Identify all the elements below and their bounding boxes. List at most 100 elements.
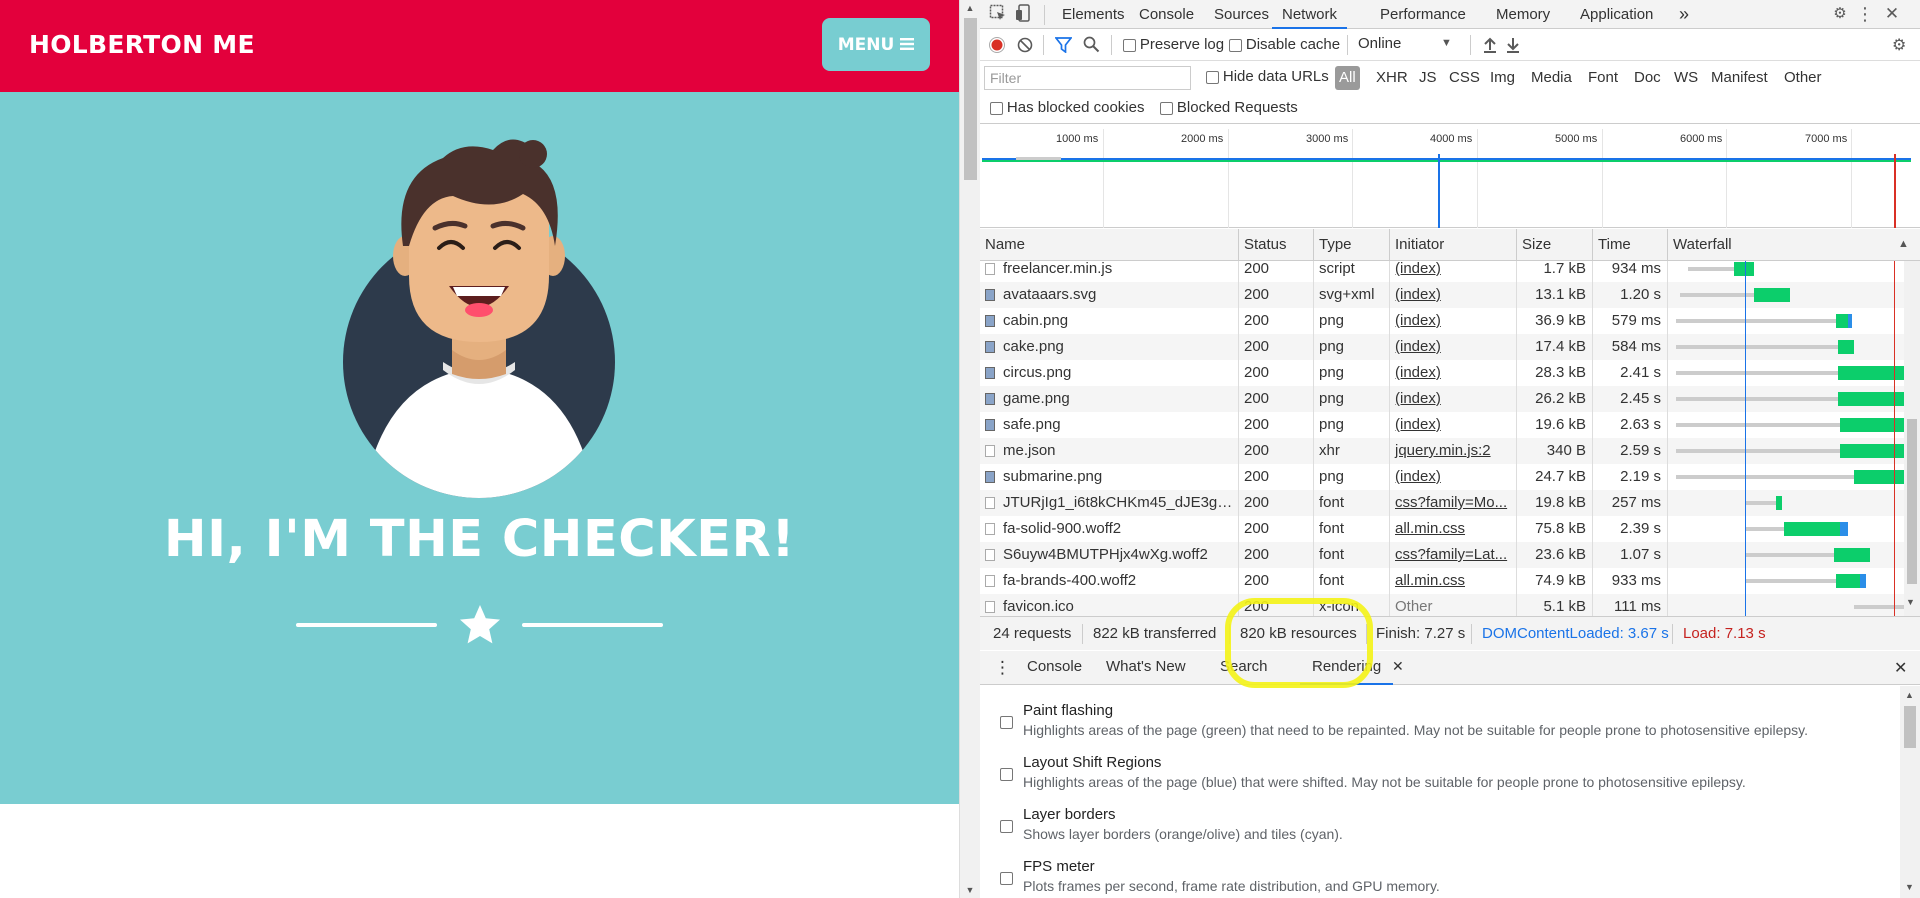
cell-initiator[interactable]: (index) (1390, 261, 1517, 282)
checkbox-box[interactable] (1123, 38, 1136, 52)
checkbox-box[interactable] (990, 101, 1003, 115)
cell-initiator[interactable]: css?family=Lat... (1390, 542, 1517, 568)
table-row[interactable]: favicon.ico 200 x-icon Other 5.1 kB 111 ms (980, 594, 1920, 616)
more-tabs-icon[interactable]: » (1679, 0, 1689, 29)
table-row[interactable]: me.json 200 xhr jquery.min.js:2 340 B 2.59 s (980, 438, 1920, 464)
disable-cache-checkbox[interactable]: Disable cache (1229, 36, 1340, 53)
cell-initiator[interactable]: Other (1390, 594, 1517, 616)
column-header-time[interactable]: Time (1593, 229, 1668, 261)
column-header-type[interactable]: Type (1314, 229, 1390, 261)
filter-type-other[interactable]: Other (1784, 66, 1822, 90)
request-name[interactable]: submarine.png (1003, 468, 1102, 485)
table-row[interactable]: safe.png 200 png (index) 19.6 kB 2.63 s (980, 412, 1920, 438)
more-options-icon[interactable]: ⋮ (1855, 4, 1875, 24)
drawer-menu-icon[interactable]: ⋮ (994, 658, 1011, 678)
fps-meter-checkbox[interactable] (1000, 872, 1013, 885)
brand-link[interactable]: HOLBERTON ME (29, 30, 255, 59)
filter-input[interactable]: Filter (984, 66, 1191, 90)
cell-initiator[interactable]: (index) (1390, 360, 1517, 386)
network-overview[interactable]: 1000 ms 2000 ms 3000 ms 4000 ms 5000 ms … (980, 129, 1920, 228)
table-scrollbar[interactable]: ▼ (1904, 261, 1920, 616)
checkbox-box[interactable] (1229, 38, 1242, 52)
tab-performance[interactable]: Performance (1380, 0, 1466, 29)
request-name[interactable]: game.png (1003, 390, 1070, 407)
filter-type-xhr[interactable]: XHR (1376, 66, 1408, 90)
filter-type-js[interactable]: JS (1419, 66, 1437, 90)
tab-memory[interactable]: Memory (1496, 0, 1550, 29)
filter-type-manifest[interactable]: Manifest (1711, 66, 1768, 90)
network-settings-icon[interactable]: ⚙ (1892, 35, 1906, 55)
column-header-size[interactable]: Size (1517, 229, 1593, 261)
scrollbar-thumb[interactable] (1904, 706, 1916, 748)
filter-type-img[interactable]: Img (1490, 66, 1515, 90)
tab-console[interactable]: Console (1139, 0, 1194, 29)
table-row[interactable]: game.png 200 png (index) 26.2 kB 2.45 s (980, 386, 1920, 412)
request-name[interactable]: freelancer.min.js (1003, 261, 1112, 277)
request-name[interactable]: S6uyw4BMUTPHjx4wXg.woff2 (1003, 546, 1208, 563)
filter-type-doc[interactable]: Doc (1634, 66, 1661, 90)
scroll-down-icon[interactable]: ▼ (1906, 597, 1915, 607)
column-header-waterfall[interactable]: Waterfall (1668, 229, 1920, 261)
drawer-tab-console[interactable]: Console (1027, 658, 1082, 675)
request-name[interactable]: fa-solid-900.woff2 (1003, 520, 1121, 537)
clear-icon[interactable] (1017, 37, 1033, 56)
column-header-status[interactable]: Status (1239, 229, 1314, 261)
preserve-log-checkbox[interactable]: Preserve log (1123, 36, 1224, 53)
request-name[interactable]: circus.png (1003, 364, 1071, 381)
settings-gear-icon[interactable]: ⚙ (1830, 4, 1850, 24)
table-row[interactable]: fa-brands-400.woff2 200 font all.min.css 74.… (980, 568, 1920, 594)
table-row[interactable]: circus.png 200 png (index) 28.3 kB 2.41 s (980, 360, 1920, 386)
request-name[interactable]: cabin.png (1003, 312, 1068, 329)
export-har-icon[interactable] (1505, 36, 1521, 56)
filter-type-ws[interactable]: WS (1674, 66, 1698, 90)
close-drawer-icon[interactable]: ✕ (1894, 658, 1907, 678)
request-name[interactable]: cake.png (1003, 338, 1064, 355)
column-header-initiator[interactable]: Initiator (1390, 229, 1517, 261)
search-icon[interactable] (1083, 36, 1100, 56)
cell-initiator[interactable]: (index) (1390, 334, 1517, 360)
blocked-requests-checkbox[interactable]: Blocked Requests (1160, 99, 1298, 116)
request-name[interactable]: safe.png (1003, 416, 1061, 433)
table-row[interactable]: fa-solid-900.woff2 200 font all.min.css 75.8… (980, 516, 1920, 542)
drawer-tab-whats-new[interactable]: What's New (1106, 658, 1186, 675)
cell-initiator[interactable]: (index) (1390, 386, 1517, 412)
request-name[interactable]: me.json (1003, 442, 1056, 459)
drawer-tab-rendering[interactable]: Rendering (1300, 651, 1394, 685)
scroll-down-icon[interactable]: ▼ (1905, 882, 1914, 892)
tab-network[interactable]: Network (1272, 0, 1348, 29)
record-icon[interactable] (989, 37, 1005, 56)
checkbox-box[interactable] (1160, 101, 1173, 115)
table-row[interactable]: S6uyw4BMUTPHjx4wXg.woff2 200 font css?famil… (980, 542, 1920, 568)
table-row[interactable]: cake.png 200 png (index) 17.4 kB 584 ms (980, 334, 1920, 360)
cell-initiator[interactable]: jquery.min.js:2 (1390, 438, 1517, 464)
table-row[interactable]: cabin.png 200 png (index) 36.9 kB 579 ms (980, 308, 1920, 334)
table-row[interactable]: JTURjIg1_i6t8kCHKm45_dJE3gn... 200 font css… (980, 490, 1920, 516)
request-name[interactable]: JTURjIg1_i6t8kCHKm45_dJE3gn... (1003, 494, 1238, 511)
menu-button[interactable]: MENU (822, 18, 930, 71)
import-har-icon[interactable] (1482, 36, 1498, 56)
filter-type-all[interactable]: All (1335, 66, 1360, 90)
tab-sources[interactable]: Sources (1214, 0, 1269, 29)
checkbox-box[interactable] (1206, 70, 1219, 84)
scroll-up-icon[interactable]: ▲ (960, 0, 980, 16)
hide-data-urls-checkbox[interactable]: Hide data URLs (1206, 68, 1329, 85)
inspect-element-icon[interactable] (988, 4, 1008, 24)
throttling-select[interactable]: Online ▼ (1358, 35, 1458, 55)
scroll-down-icon[interactable]: ▼ (960, 882, 980, 898)
filter-type-font[interactable]: Font (1588, 66, 1618, 90)
request-name[interactable]: favicon.ico (1003, 598, 1074, 615)
drawer-tab-search[interactable]: Search (1220, 658, 1268, 675)
cell-initiator[interactable]: all.min.css (1390, 568, 1517, 594)
request-name[interactable]: fa-brands-400.woff2 (1003, 572, 1136, 589)
cell-initiator[interactable]: (index) (1390, 412, 1517, 438)
scrollbar-thumb[interactable] (964, 18, 977, 180)
tab-elements[interactable]: Elements (1062, 0, 1125, 29)
column-header-name[interactable]: Name (980, 229, 1239, 261)
sort-ascending-icon[interactable]: ▲ (1898, 238, 1909, 250)
layer-borders-checkbox[interactable] (1000, 820, 1013, 833)
cell-initiator[interactable]: (index) (1390, 464, 1517, 490)
cell-initiator[interactable]: css?family=Mo... (1390, 490, 1517, 516)
drawer-scrollbar[interactable]: ▲ ▼ (1900, 686, 1920, 898)
filter-type-media[interactable]: Media (1531, 66, 1572, 90)
close-devtools-icon[interactable]: ✕ (1882, 4, 1902, 24)
